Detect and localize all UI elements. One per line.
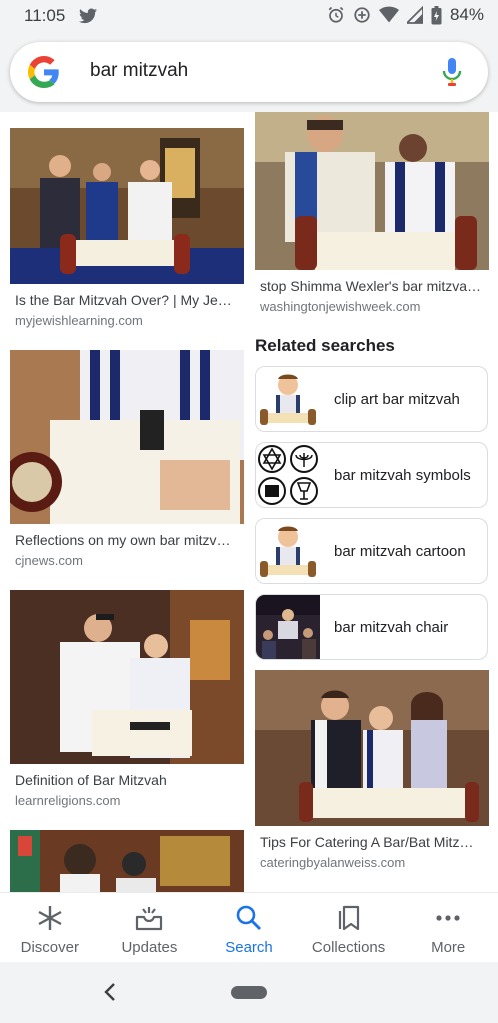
result-title[interactable]: Tips For Catering A Bar/Bat Mitz…: [255, 834, 485, 850]
related-search-label: bar mitzvah symbols: [334, 466, 471, 484]
result-image[interactable]: [255, 112, 489, 270]
nav-discover[interactable]: Discover: [0, 893, 100, 962]
twitter-icon: [79, 8, 97, 24]
related-search-clip-art[interactable]: clip art bar mitzvah: [255, 366, 488, 432]
nav-label: Collections: [311, 939, 386, 956]
result-title[interactable]: stop Shimma Wexler's bar mitzva…: [255, 278, 485, 294]
related-search-label: clip art bar mitzvah: [334, 390, 460, 408]
search-input[interactable]: bar mitzvah: [90, 60, 188, 82]
results-area: Is the Bar Mitzvah Over? | My Je… myjewi…: [0, 112, 498, 892]
result-source: myjewishlearning.com: [15, 313, 143, 328]
related-thumbnail: [256, 595, 320, 659]
result-card[interactable]: Is the Bar Mitzvah Over? | My Je… myjewi…: [10, 128, 244, 328]
nav-label: Updates: [121, 939, 178, 956]
related-thumbnail: [256, 519, 320, 583]
nav-more[interactable]: More: [398, 893, 498, 962]
status-bar: 11:05 84%: [0, 0, 498, 32]
status-icons: 84%: [327, 5, 484, 25]
wifi-icon: [378, 6, 399, 23]
related-searches-heading: Related searches: [255, 336, 395, 355]
result-card[interactable]: Tips For Catering A Bar/Bat Mitz… cateri…: [255, 670, 489, 870]
result-source: washingtonjewishweek.com: [260, 299, 421, 314]
result-card[interactable]: Reflections on my own bar mitzv… cjnews.…: [10, 350, 244, 568]
system-navigation: [0, 962, 498, 1023]
related-search-label: bar mitzvah cartoon: [334, 542, 466, 560]
related-thumbnail: [256, 443, 320, 507]
result-title[interactable]: Is the Bar Mitzvah Over? | My Je…: [10, 292, 240, 308]
result-card[interactable]: [10, 830, 244, 892]
inbox-sparkle-icon: [136, 907, 163, 931]
related-search-label: bar mitzvah chair: [334, 618, 449, 636]
search-header: bar mitzvah: [0, 32, 498, 112]
related-thumbnail: [256, 367, 320, 431]
result-card[interactable]: Definition of Bar Mitzvah learnreligions…: [10, 590, 244, 808]
search-icon: [236, 905, 261, 930]
result-title[interactable]: Definition of Bar Mitzvah: [10, 772, 240, 788]
alarm-icon: [328, 6, 344, 23]
result-source: cjnews.com: [15, 553, 83, 568]
result-image[interactable]: [255, 670, 489, 826]
battery-percent: 84%: [449, 5, 484, 24]
related-search-symbols[interactable]: bar mitzvah symbols: [255, 442, 488, 508]
result-source: learnreligions.com: [15, 793, 121, 808]
bookmark-icon: [338, 905, 359, 931]
result-image[interactable]: [10, 128, 244, 284]
result-card[interactable]: stop Shimma Wexler's bar mitzva… washing…: [255, 112, 489, 314]
search-bar[interactable]: bar mitzvah: [10, 42, 488, 102]
back-icon[interactable]: [102, 982, 118, 1002]
home-pill[interactable]: [231, 986, 267, 999]
battery-icon: [431, 5, 442, 24]
bottom-navigation: Discover Updates Search Collections More: [0, 892, 498, 962]
signal-icon: [406, 6, 423, 24]
results-column-right: stop Shimma Wexler's bar mitzva… washing…: [255, 112, 489, 870]
asterisk-icon: [38, 906, 62, 930]
nav-label: More: [431, 939, 466, 956]
data-saver-icon: [354, 7, 370, 23]
results-column-left: Is the Bar Mitzvah Over? | My Je… myjewi…: [10, 112, 244, 892]
more-dots-icon: [436, 915, 460, 921]
google-logo-icon: [28, 56, 59, 88]
result-image[interactable]: [10, 590, 244, 764]
nav-updates[interactable]: Updates: [100, 893, 200, 962]
related-search-chair[interactable]: bar mitzvah chair: [255, 594, 488, 660]
result-image[interactable]: [10, 830, 244, 892]
nav-label: Discover: [20, 939, 79, 956]
nav-search[interactable]: Search: [199, 893, 299, 962]
nav-collections[interactable]: Collections: [299, 893, 399, 962]
nav-label: Search: [225, 939, 273, 956]
related-search-cartoon[interactable]: bar mitzvah cartoon: [255, 518, 488, 584]
result-image[interactable]: [10, 350, 244, 524]
status-time: 11:05: [24, 6, 66, 25]
microphone-icon[interactable]: [442, 58, 462, 86]
result-source: cateringbyalanweiss.com: [260, 855, 406, 870]
result-title[interactable]: Reflections on my own bar mitzv…: [10, 532, 240, 548]
